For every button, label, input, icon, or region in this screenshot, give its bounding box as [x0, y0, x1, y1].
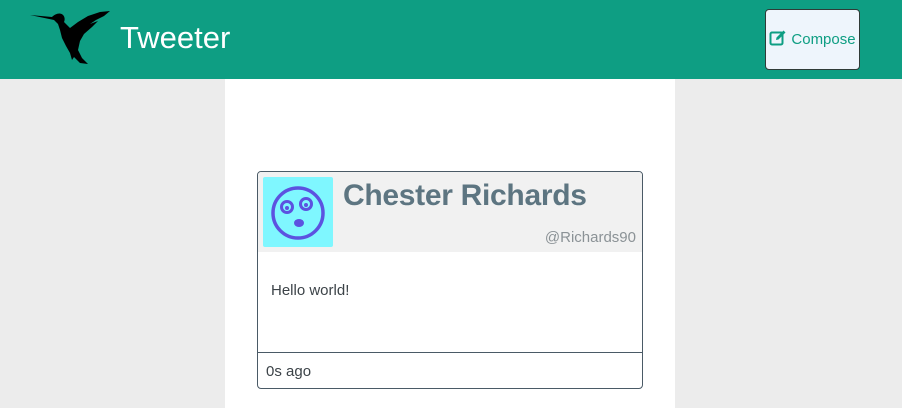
brand-title: Tweeter	[120, 20, 231, 55]
tweet-author-handle: @Richards90	[544, 229, 636, 246]
edit-icon	[769, 29, 787, 51]
tweet-author-name: Chester Richards	[343, 179, 587, 212]
surprised-face-avatar-icon	[263, 186, 333, 251]
tweet-footer: 0s ago	[258, 352, 642, 388]
tweet-timestamp: 0s ago	[266, 363, 312, 380]
compose-label: Compose	[791, 31, 856, 48]
compose-button[interactable]: Compose	[765, 9, 860, 70]
avatar	[263, 177, 333, 247]
hummingbird-icon	[30, 8, 112, 66]
tweet-text: Hello world!	[271, 282, 350, 299]
top-navbar: Tweeter Compose	[0, 0, 902, 79]
tweet-card: Chester Richards @Richards90 Hello world…	[257, 171, 643, 389]
tweet-header: Chester Richards @Richards90	[258, 172, 642, 252]
